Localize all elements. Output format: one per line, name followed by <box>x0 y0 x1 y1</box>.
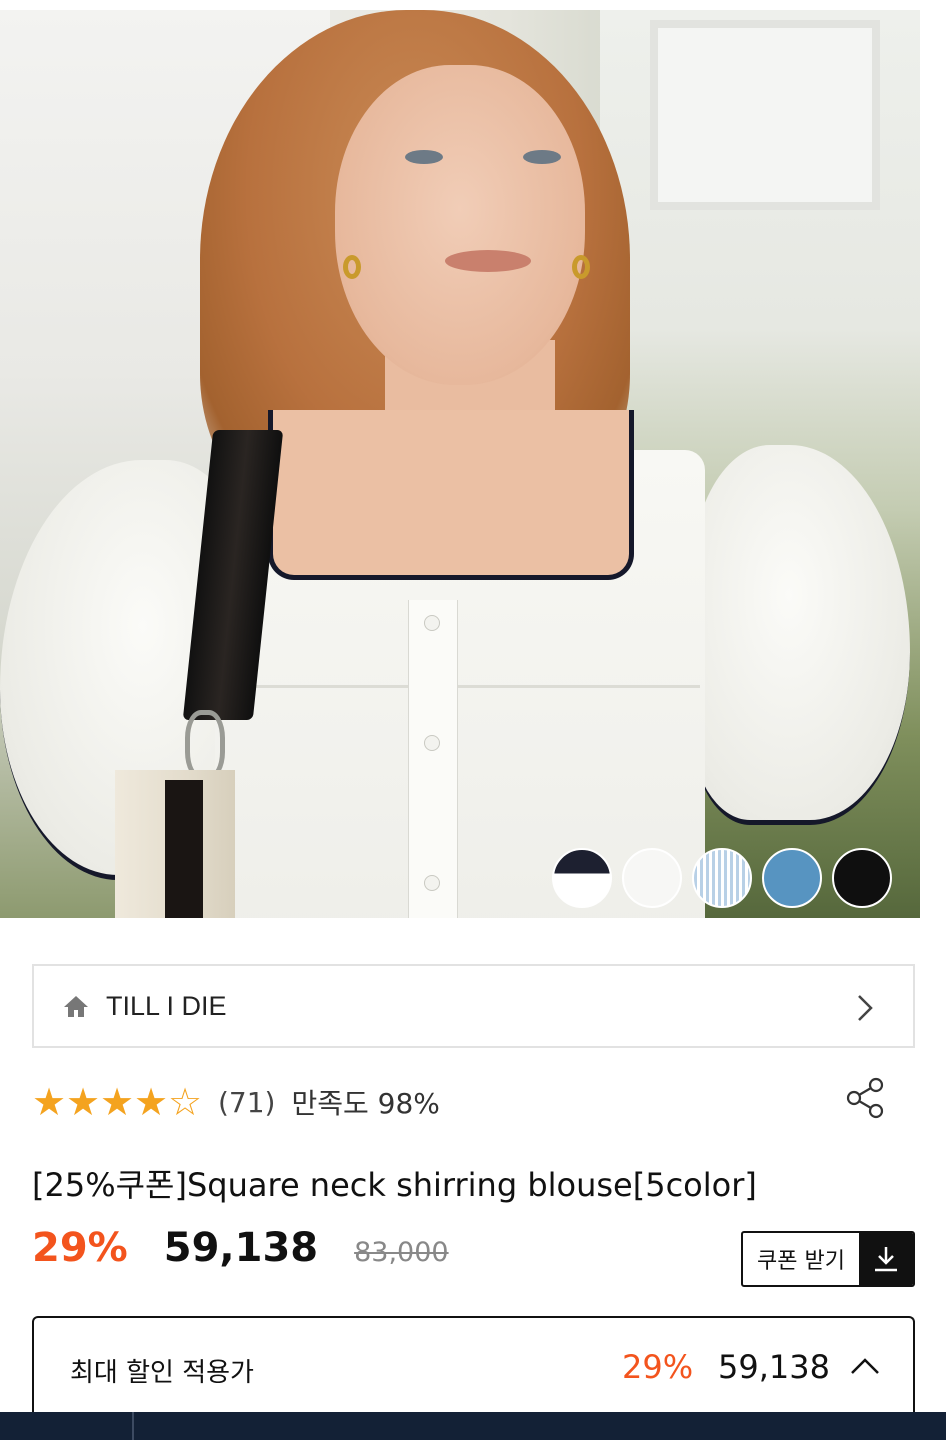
blouse-button <box>424 875 440 891</box>
original-price: 83,000 <box>354 1237 449 1268</box>
satisfaction-rate: 만족도 98% <box>291 1087 440 1120</box>
color-swatches <box>552 848 892 908</box>
home-icon <box>64 996 88 1017</box>
discount-rate: 29% <box>32 1225 128 1271</box>
coupon-button-label: 쿠폰 받기 <box>757 1249 845 1274</box>
share-icon[interactable] <box>844 1076 888 1120</box>
model-face <box>335 65 585 385</box>
brand-name: TILL I DIE <box>106 990 227 1021</box>
color-swatch-navy-white[interactable] <box>552 848 612 908</box>
product-image[interactable] <box>0 10 920 918</box>
coupon-download-button[interactable]: 쿠폰 받기 <box>741 1231 915 1287</box>
rating-row[interactable]: ★ ★ ★ ★ ☆ (71) 만족도 98% <box>32 1080 440 1124</box>
blouse-sleeve <box>690 445 910 825</box>
color-swatch-blue-stripe[interactable] <box>692 848 752 908</box>
model-earring <box>343 255 361 279</box>
color-swatch-blue[interactable] <box>762 848 822 908</box>
review-count[interactable]: (71) <box>218 1086 275 1119</box>
max-discount-label: 최대 할인 적용가 <box>70 1358 254 1388</box>
image-background-window <box>650 20 880 210</box>
chevron-up-icon[interactable] <box>850 1356 880 1376</box>
star-icon: ★ <box>66 1080 101 1124</box>
model-lips <box>445 250 531 272</box>
brand-link[interactable]: TILL I DIE <box>32 964 915 1048</box>
bottom-action-bar[interactable] <box>0 1412 946 1440</box>
sale-price: 59,138 <box>163 1225 319 1271</box>
blouse-neckline <box>268 410 634 580</box>
star-icon: ★ <box>134 1080 169 1124</box>
star-rating: ★ ★ ★ ★ ☆ <box>32 1080 202 1124</box>
model-eye <box>405 150 443 164</box>
star-icon: ★ <box>32 1080 67 1124</box>
max-discount-price: 59,138 <box>718 1348 830 1386</box>
bottom-bar-divider <box>132 1412 134 1440</box>
blouse-placket <box>408 600 458 918</box>
model-eye <box>523 150 561 164</box>
color-swatch-black[interactable] <box>832 848 892 908</box>
download-icon <box>859 1233 913 1285</box>
max-discount-rate: 29% <box>622 1348 694 1386</box>
blouse-button <box>424 735 440 751</box>
star-icon: ★ <box>100 1080 135 1124</box>
product-title: [25%쿠폰]Square neck shirring blouse[5colo… <box>32 1166 757 1204</box>
blouse-yoke <box>250 685 700 688</box>
blouse-button <box>424 615 440 631</box>
model-earring <box>572 255 590 279</box>
chevron-right-icon <box>858 995 873 1021</box>
color-swatch-white[interactable] <box>622 848 682 908</box>
price-row: 29% 59,138 83,000 <box>32 1225 449 1285</box>
star-empty-icon: ☆ <box>168 1080 203 1124</box>
bag-strap <box>165 780 203 918</box>
